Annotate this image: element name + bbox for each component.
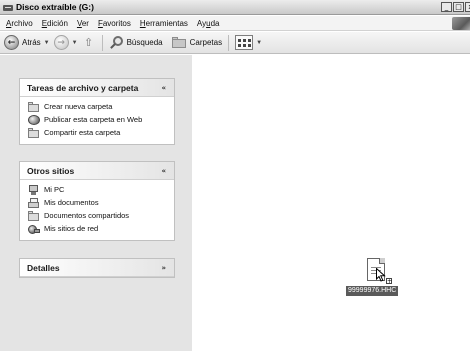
copy-plus-icon: + — [386, 278, 393, 285]
menu-edicion[interactable]: Edición — [42, 19, 68, 28]
panel-title: Detalles — [27, 262, 60, 273]
mouse-cursor-icon — [376, 268, 386, 282]
file-tasks-header[interactable]: Tareas de archivo y carpeta « — [20, 79, 174, 97]
search-button[interactable]: Búsqueda — [107, 34, 165, 52]
menu-ver[interactable]: Ver — [77, 19, 89, 28]
file-tasks-panel: Tareas de archivo y carpeta « Crear nuev… — [19, 78, 175, 145]
views-dropdown-icon[interactable]: ▼ — [256, 40, 262, 46]
search-icon — [109, 35, 124, 50]
shared-documents-icon — [28, 210, 40, 221]
place-my-computer[interactable]: Mi PC — [20, 183, 174, 196]
forward-button[interactable]: → ▼ — [52, 34, 80, 52]
task-pane: Tareas de archivo y carpeta « Crear nuev… — [0, 55, 192, 351]
back-dropdown-icon[interactable]: ▼ — [44, 40, 50, 46]
details-header[interactable]: Detalles » — [20, 259, 174, 277]
minimize-button[interactable]: _ — [441, 2, 452, 12]
views-grid-icon — [235, 35, 254, 50]
details-panel: Detalles » — [19, 258, 175, 278]
task-new-folder[interactable]: Crear nueva carpeta — [20, 100, 174, 113]
toolbar: ← Atrás ▼ → ▼ ⇧ Búsqueda Carpetas ▼ — [0, 32, 470, 54]
task-publish-web[interactable]: Publicar esta carpeta en Web — [20, 113, 174, 126]
folders-button[interactable]: Carpetas — [169, 34, 224, 52]
panel-title: Otros sitios — [27, 165, 75, 176]
panel-title: Tareas de archivo y carpeta — [27, 82, 139, 93]
task-share-folder[interactable]: Compartir esta carpeta — [20, 126, 174, 139]
network-places-icon — [28, 224, 40, 234]
menu-bar: Archivo Edición Ver Favoritos Herramient… — [0, 16, 470, 31]
up-folder-button[interactable]: ⇧ — [80, 34, 98, 52]
back-button[interactable]: ← Atrás ▼ — [2, 34, 52, 52]
place-my-documents[interactable]: Mis documentos — [20, 196, 174, 209]
new-folder-icon — [28, 101, 40, 112]
other-places-header[interactable]: Otros sitios « — [20, 162, 174, 180]
share-folder-icon — [28, 127, 40, 138]
other-places-panel: Otros sitios « Mi PC Mis documentos Docu… — [19, 161, 175, 241]
file-name-label: 99999976.HHC — [346, 286, 399, 296]
menu-archivo[interactable]: Archivo — [6, 19, 33, 28]
toolbar-separator — [101, 34, 103, 51]
maximize-button[interactable]: □ — [453, 2, 464, 12]
forward-arrow-icon: → — [53, 35, 69, 50]
folders-icon — [171, 36, 187, 49]
collapse-chevron-icon[interactable]: « — [161, 167, 166, 175]
my-computer-icon — [28, 184, 40, 195]
toolbar-separator — [228, 34, 230, 51]
place-shared-documents[interactable]: Documentos compartidos — [20, 209, 174, 222]
title-bar: Disco extraíble (G:) _ □ x — [0, 0, 470, 15]
back-arrow-icon: ← — [4, 35, 19, 50]
file-item[interactable]: + 99999976.HHC — [346, 258, 416, 298]
window-title: Disco extraíble (G:) — [16, 2, 94, 12]
expand-chevron-icon[interactable]: » — [161, 264, 166, 272]
publish-web-icon — [28, 114, 40, 125]
close-button[interactable]: x — [465, 2, 470, 12]
collapse-chevron-icon[interactable]: « — [161, 84, 166, 92]
up-arrow-icon: ⇧ — [83, 37, 94, 49]
menu-favoritos[interactable]: Favoritos — [98, 19, 131, 28]
menu-ayuda[interactable]: Ayuda — [197, 19, 220, 28]
forward-dropdown-icon[interactable]: ▼ — [72, 40, 78, 46]
removable-drive-icon — [3, 3, 14, 12]
windows-logo-icon — [452, 17, 470, 30]
my-documents-icon — [28, 197, 40, 208]
place-network[interactable]: Mis sitios de red — [20, 222, 174, 235]
window-controls: _ □ x — [441, 2, 470, 12]
menu-herramientas[interactable]: Herramientas — [140, 19, 188, 28]
views-button[interactable]: ▼ — [233, 34, 264, 52]
